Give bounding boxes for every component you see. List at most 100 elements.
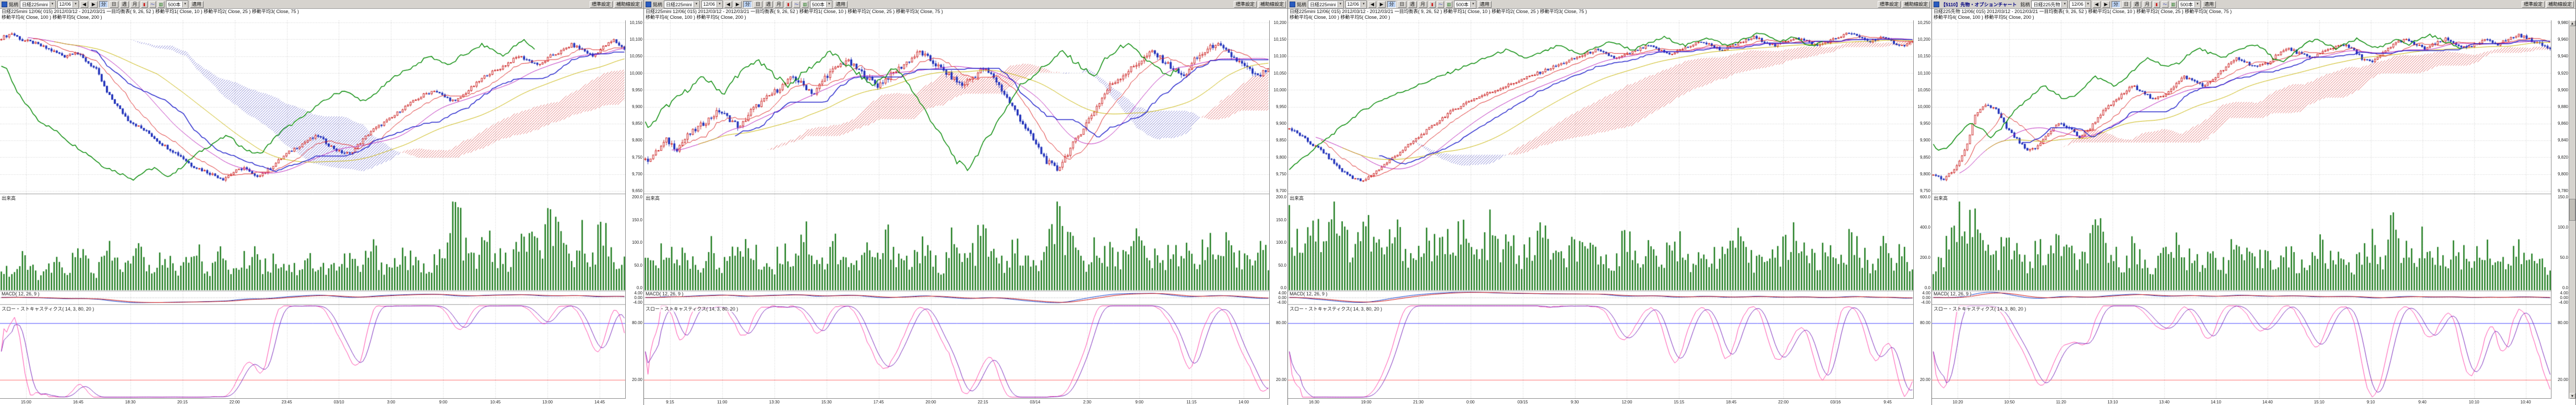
period-minute-button[interactable]: 分 [99, 1, 108, 8]
bar-chart-icon[interactable]: ▥ [158, 1, 164, 8]
chart-canvas[interactable] [0, 20, 626, 399]
symbol-select[interactable]: 日経225mini▼ [20, 1, 55, 8]
contract-select[interactable]: 12/06▼ [701, 1, 723, 8]
period-week-button[interactable]: 週 [2132, 1, 2141, 8]
period-month-button[interactable]: 月 [2143, 1, 2152, 8]
chart-info-line2: 移動平均4( Close, 100 ) 移動平均5( Close, 200 ) [1290, 15, 1930, 20]
aux-settings-button[interactable]: 補助線設定 [614, 1, 642, 8]
bars-count-select[interactable]: 500本▼ [2178, 1, 2201, 8]
period-month-button[interactable]: 月 [130, 1, 139, 8]
candle-chart-icon[interactable]: ▮ [2153, 1, 2160, 8]
chevron-down-icon[interactable]: ▼ [826, 2, 832, 7]
line-chart-icon[interactable]: 〜 [149, 1, 156, 8]
bars-count-select[interactable]: 500本▼ [166, 1, 188, 8]
price-axis-label: 9,950 [1276, 104, 1286, 109]
bar-chart-icon[interactable]: ▥ [2170, 1, 2177, 8]
price-axis-label: 10,100 [1918, 71, 1930, 76]
contract-select[interactable]: 12/06▼ [57, 1, 79, 8]
chevron-down-icon[interactable]: ▼ [182, 2, 188, 7]
time-axis-label: 03/14 [1030, 400, 1040, 404]
chevron-down-icon[interactable]: ▼ [694, 2, 699, 7]
period-month-button[interactable]: 月 [1418, 1, 1427, 8]
price-axis: 10,20010,15010,10010,05010,0009,9509,900… [1269, 20, 1287, 399]
app-icon [646, 2, 651, 7]
bar-chart-icon[interactable]: ▥ [802, 1, 808, 8]
chevron-down-icon[interactable]: ▼ [2061, 2, 2067, 7]
contract-select[interactable]: 12/06▼ [2069, 1, 2091, 8]
candle-chart-icon[interactable]: ▮ [141, 1, 148, 8]
apply-button[interactable]: 適用 [2202, 1, 2216, 8]
line-chart-icon[interactable]: 〜 [2162, 1, 2168, 8]
contract-select[interactable]: 12/06▼ [1345, 1, 1367, 8]
next-contract-button[interactable]: ▶ [734, 1, 742, 8]
candle-chart-icon[interactable]: ▮ [1429, 1, 1436, 8]
scroll-down-icon[interactable]: ▼ [2570, 393, 2575, 399]
scrollbar-thumb[interactable] [2569, 199, 2575, 221]
bars-count-select[interactable]: 500本▼ [1454, 1, 1476, 8]
price-axis-label: 9,750 [632, 155, 642, 160]
chevron-down-icon[interactable]: ▼ [50, 2, 55, 7]
prev-contract-button[interactable]: ◀ [1368, 1, 1376, 8]
period-week-button[interactable]: 週 [764, 1, 773, 8]
aux-settings-button[interactable]: 補助線設定 [2546, 1, 2574, 8]
prev-contract-button[interactable]: ◀ [80, 1, 88, 8]
aux-settings-button[interactable]: 補助線設定 [1258, 1, 1286, 8]
period-week-button[interactable]: 週 [1408, 1, 1417, 8]
chevron-down-icon[interactable]: ▼ [1470, 2, 1476, 7]
scroll-up-icon[interactable]: ▲ [2570, 20, 2575, 26]
standard-settings-button[interactable]: 標準設定 [1878, 1, 1901, 8]
bars-count-select[interactable]: 500本▼ [810, 1, 832, 8]
standard-settings-button[interactable]: 標準設定 [1234, 1, 1257, 8]
line-chart-icon[interactable]: 〜 [793, 1, 800, 8]
chart-canvas[interactable] [1288, 20, 1914, 399]
time-axis-label: 9:40 [2418, 400, 2427, 404]
chart-info: 日経225mini 12/06( 015) 2012/03/12 - 2012/… [0, 9, 643, 20]
prev-contract-button[interactable]: ◀ [2093, 1, 2101, 8]
bar-chart-icon[interactable]: ▥ [1446, 1, 1452, 8]
period-minute-button[interactable]: 分 [2112, 1, 2120, 8]
standard-settings-button[interactable]: 標準設定 [590, 1, 613, 8]
period-month-button[interactable]: 月 [774, 1, 783, 8]
chevron-down-icon[interactable]: ▼ [2195, 2, 2200, 7]
volume-axis-label: 150.0 [1276, 218, 1286, 222]
chart-canvas[interactable] [1932, 20, 2551, 399]
time-axis-label: 9:10 [2367, 400, 2375, 404]
symbol-select[interactable]: 日経225先物▼ [2031, 1, 2068, 8]
period-day-button[interactable]: 日 [754, 1, 762, 8]
chevron-down-icon[interactable]: ▼ [2085, 2, 2091, 7]
price-axis-label: 9,750 [1276, 172, 1286, 176]
candle-chart-icon[interactable]: ▮ [785, 1, 792, 8]
line-chart-icon[interactable]: 〜 [1437, 1, 1444, 8]
symbol-select[interactable]: 日経225mini▼ [664, 1, 699, 8]
period-minute-button[interactable]: 分 [1387, 1, 1396, 8]
aux-settings-button[interactable]: 補助線設定 [1902, 1, 1930, 8]
period-day-button[interactable]: 日 [110, 1, 118, 8]
price-axis-label: 9,800 [1920, 172, 1930, 176]
period-day-button[interactable]: 日 [1398, 1, 1406, 8]
chevron-down-icon[interactable]: ▼ [1338, 2, 1343, 7]
period-week-button[interactable]: 週 [120, 1, 129, 8]
chart-info-line1: 日経225mini 12/06( 015) 2012/03/12 - 2012/… [1290, 9, 1930, 15]
chevron-down-icon[interactable]: ▼ [1361, 2, 1366, 7]
prev-contract-button[interactable]: ◀ [724, 1, 732, 8]
next-contract-button[interactable]: ▶ [2102, 1, 2110, 8]
stochastics-pane-label: スロー・ストキャスティクス( 14, 3, 80, 20 ) [646, 305, 738, 312]
symbol-select[interactable]: 日経225mini▼ [1308, 1, 1343, 8]
apply-button[interactable]: 適用 [190, 1, 204, 8]
next-contract-button[interactable]: ▶ [90, 1, 98, 8]
macd-pane-label: MACD( 12, 26, 9 ) [2, 291, 40, 296]
standard-settings-button[interactable]: 標準設定 [2522, 1, 2545, 8]
chevron-down-icon[interactable]: ▼ [73, 2, 78, 7]
chevron-down-icon[interactable]: ▼ [717, 2, 722, 7]
period-minute-button[interactable]: 分 [743, 1, 752, 8]
period-day-button[interactable]: 日 [2122, 1, 2131, 8]
next-contract-button[interactable]: ▶ [1378, 1, 1386, 8]
vertical-scrollbar[interactable]: ▲ ▼ [2569, 20, 2575, 399]
time-axis: 15:0016:4518:3020:1522:0023:4503/103:009… [0, 398, 626, 405]
panel-toolbar: 【5110】先物・オプションチャート 銘柄 日経225先物▼ 12/06▼ ◀ … [1932, 0, 2575, 9]
apply-button[interactable]: 適用 [834, 1, 848, 8]
macd-axis-label: 4.00 [2560, 291, 2568, 295]
chart-canvas[interactable] [644, 20, 1270, 399]
price-axis: 9,9809,9609,9409,9209,9009,8809,8609,840… [2551, 20, 2569, 399]
apply-button[interactable]: 適用 [1478, 1, 1492, 8]
